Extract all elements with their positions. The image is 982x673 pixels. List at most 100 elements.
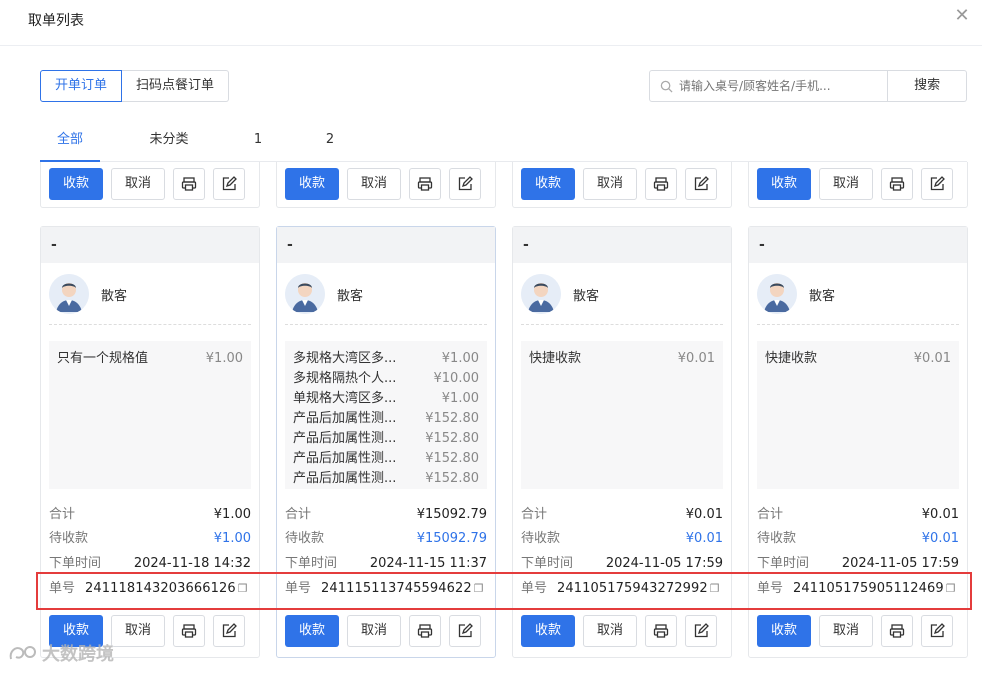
tab-2[interactable]: 2 xyxy=(320,124,340,162)
cancel-button[interactable]: 取消 xyxy=(111,168,165,200)
pending-row: 待收款 ¥1.00 xyxy=(49,529,251,549)
time-label: 下单时间 xyxy=(285,556,338,571)
divider xyxy=(757,324,959,325)
cancel-button[interactable]: 取消 xyxy=(111,615,165,647)
search-field[interactable] xyxy=(649,70,889,102)
pending-label: 待收款 xyxy=(757,531,797,546)
item-name: 产品后加属性测... xyxy=(293,431,397,446)
item-price: ¥1.00 xyxy=(441,351,479,366)
list-item: 产品后加属性测... ¥152.80 xyxy=(293,409,479,429)
cancel-button[interactable]: 取消 xyxy=(347,615,401,647)
pending-value: ¥0.01 xyxy=(685,531,723,546)
list-item: 产品后加属性测... ¥152.80 xyxy=(293,469,479,489)
item-price: ¥10.00 xyxy=(433,371,480,386)
list-item: 单规格大湾区多... ¥1.00 xyxy=(293,389,479,409)
search-button[interactable]: 搜索 xyxy=(888,70,967,102)
customer-row: 散客 xyxy=(749,263,967,325)
item-name: 快捷收款 xyxy=(765,351,818,366)
segment-scan-orders[interactable]: 扫码点餐订单 xyxy=(122,70,230,102)
edit-icon[interactable] xyxy=(921,615,953,647)
cancel-button[interactable]: 取消 xyxy=(819,615,873,647)
item-price: ¥152.80 xyxy=(425,431,479,446)
total-row: 合计 ¥15092.79 xyxy=(285,505,487,525)
card-actions: 收款 取消 xyxy=(757,615,953,647)
item-price: ¥152.80 xyxy=(425,471,479,486)
total-row: 合计 ¥1.00 xyxy=(49,505,251,525)
pay-button[interactable]: 收款 xyxy=(49,168,103,200)
time-value: 2024-11-15 11:37 xyxy=(369,556,487,571)
pay-button[interactable]: 收款 xyxy=(285,615,339,647)
item-list: 快捷收款 ¥0.01 xyxy=(521,341,723,489)
pay-button[interactable]: 收款 xyxy=(521,168,575,200)
cancel-button[interactable]: 取消 xyxy=(583,168,637,200)
customer-row: 散客 xyxy=(41,263,259,325)
watermark-logo-icon xyxy=(9,646,36,660)
search-input[interactable] xyxy=(679,79,869,93)
item-name: 只有一个规格值 xyxy=(57,351,149,366)
print-icon[interactable] xyxy=(645,615,677,647)
item-name: 产品后加属性测... xyxy=(293,411,397,426)
total-label: 合计 xyxy=(757,507,784,522)
edit-icon[interactable] xyxy=(921,168,953,200)
cancel-button[interactable]: 取消 xyxy=(347,168,401,200)
item-name: 多规格大湾区多... xyxy=(293,351,397,366)
pay-button[interactable]: 收款 xyxy=(757,615,811,647)
pending-row: 待收款 ¥0.01 xyxy=(521,529,723,549)
print-icon[interactable] xyxy=(645,168,677,200)
total-label: 合计 xyxy=(521,507,548,522)
time-row: 下单时间 2024-11-15 11:37 xyxy=(285,554,487,574)
card-header: - xyxy=(513,227,731,263)
print-icon[interactable] xyxy=(881,615,913,647)
total-row: 合计 ¥0.01 xyxy=(521,505,723,525)
pay-button[interactable]: 收款 xyxy=(757,168,811,200)
total-value: ¥0.01 xyxy=(685,507,723,522)
edit-icon[interactable] xyxy=(685,615,717,647)
search-bar: 搜索 xyxy=(649,70,967,102)
pay-button[interactable]: 收款 xyxy=(521,615,575,647)
customer-name: 散客 xyxy=(337,288,364,304)
item-name: 产品后加属性测... xyxy=(293,451,397,466)
print-icon[interactable] xyxy=(173,168,205,200)
search-icon xyxy=(660,80,673,93)
pending-row: 待收款 ¥0.01 xyxy=(757,529,959,549)
close-icon[interactable]: ✕ xyxy=(952,6,972,26)
edit-icon[interactable] xyxy=(213,168,245,200)
total-label: 合计 xyxy=(49,507,76,522)
total-value: ¥15092.79 xyxy=(416,507,487,522)
customer-row: 散客 xyxy=(277,263,495,325)
edit-icon[interactable] xyxy=(449,615,481,647)
pending-label: 待收款 xyxy=(49,531,89,546)
order-number-highlight xyxy=(36,572,972,610)
cancel-button[interactable]: 取消 xyxy=(819,168,873,200)
edit-icon[interactable] xyxy=(213,615,245,647)
item-list: 只有一个规格值 ¥1.00 xyxy=(49,341,251,489)
tab-1[interactable]: 1 xyxy=(248,124,268,162)
print-icon[interactable] xyxy=(881,168,913,200)
avatar xyxy=(285,274,325,314)
pending-label: 待收款 xyxy=(521,531,561,546)
edit-icon[interactable] xyxy=(685,168,717,200)
avatar xyxy=(49,274,89,314)
print-icon[interactable] xyxy=(173,615,205,647)
edit-icon[interactable] xyxy=(449,168,481,200)
tab-all[interactable]: 全部 xyxy=(40,124,100,162)
card-header: - xyxy=(277,227,495,263)
time-label: 下单时间 xyxy=(49,556,102,571)
cancel-button[interactable]: 取消 xyxy=(583,615,637,647)
customer-name: 散客 xyxy=(809,288,836,304)
pending-value: ¥15092.79 xyxy=(416,531,487,546)
total-value: ¥1.00 xyxy=(213,507,251,522)
print-icon[interactable] xyxy=(409,615,441,647)
list-item: 多规格隔热个人... ¥10.00 xyxy=(293,369,479,389)
segment-open-orders[interactable]: 开单订单 xyxy=(40,70,123,102)
print-icon[interactable] xyxy=(409,168,441,200)
total-label: 合计 xyxy=(285,507,312,522)
pay-button[interactable]: 收款 xyxy=(285,168,339,200)
list-item: 快捷收款 ¥0.01 xyxy=(529,349,715,369)
item-name: 产品后加属性测... xyxy=(293,471,397,486)
pending-value: ¥0.01 xyxy=(921,531,959,546)
tab-uncategorized[interactable]: 未分类 xyxy=(138,124,200,162)
card-footer-partial: 收款 取消 xyxy=(276,162,496,208)
item-price: ¥1.00 xyxy=(441,391,479,406)
item-price: ¥152.80 xyxy=(425,451,479,466)
